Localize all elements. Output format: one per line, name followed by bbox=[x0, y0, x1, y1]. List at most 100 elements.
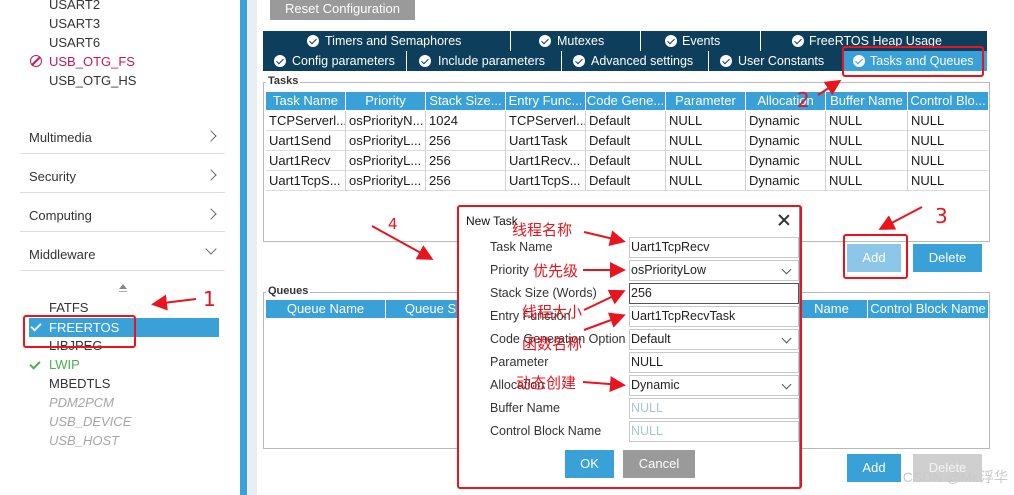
table-cell: NULL bbox=[666, 151, 746, 171]
category-middleware[interactable]: Middleware bbox=[20, 233, 225, 271]
middleware-usb-host[interactable]: USB_HOST bbox=[49, 433, 119, 448]
col-stack-size[interactable]: Stack Size... bbox=[426, 92, 506, 110]
chevron-right-icon bbox=[205, 130, 217, 142]
table-cell: osPriorityL... bbox=[346, 171, 426, 191]
middleware-fatfs[interactable]: FATFS bbox=[49, 300, 88, 315]
table-cell: Dynamic bbox=[746, 131, 826, 151]
delete-task-button[interactable]: Delete bbox=[913, 244, 982, 272]
sidebar-peripheral-usart2[interactable]: USART2 bbox=[49, 0, 100, 12]
table-cell: Uart1Recv bbox=[266, 151, 346, 171]
table-cell: Uart1Send bbox=[266, 131, 346, 151]
forbidden-icon bbox=[30, 55, 42, 67]
check-circle-icon bbox=[307, 35, 319, 47]
highlight-tasks-queues-tab bbox=[842, 46, 984, 77]
sidebar-peripheral-usb-otg-hs[interactable]: USB_OTG_HS bbox=[49, 73, 136, 88]
sidebar-peripheral-usb-otg-fs[interactable]: USB_OTG_FS bbox=[30, 54, 135, 69]
table-cell: TCPServerl... bbox=[506, 111, 586, 131]
check-icon bbox=[29, 358, 41, 370]
tab-include-parameters[interactable]: Include parameters bbox=[407, 51, 562, 71]
table-cell: NULL bbox=[826, 131, 908, 151]
chevron-down-icon bbox=[205, 243, 217, 255]
table-cell: NULL bbox=[666, 131, 746, 151]
highlight-add-button bbox=[843, 234, 908, 279]
table-row[interactable]: TCPServerl... osPriorityN... 1024 TCPServer… bbox=[266, 111, 988, 131]
table-cell: Dynamic bbox=[746, 151, 826, 171]
col-task-name[interactable]: Task Name bbox=[266, 92, 346, 110]
col-buffer-name[interactable]: Name bbox=[796, 300, 868, 318]
col-priority[interactable]: Priority bbox=[346, 92, 426, 110]
tab-timers-and-semaphores[interactable]: Timers and Semaphores bbox=[263, 31, 511, 51]
table-row[interactable]: Uart1Recv osPriorityL... 256 Uart1Recv... De… bbox=[266, 151, 988, 171]
table-cell: Dynamic bbox=[746, 111, 826, 131]
tab-events[interactable]: Events bbox=[641, 31, 761, 51]
table-cell: Dynamic bbox=[746, 171, 826, 191]
table-cell: NULL bbox=[911, 133, 945, 148]
table-cell: osPriorityN... bbox=[346, 111, 426, 131]
table-cell: Default bbox=[586, 111, 666, 131]
col-queue-name[interactable]: Queue Name bbox=[266, 300, 386, 318]
table-cell: NULL bbox=[911, 113, 945, 128]
highlight-new-task-dialog bbox=[457, 205, 802, 489]
table-cell: NULL bbox=[911, 153, 945, 168]
table-cell: Uart1Recv... bbox=[506, 151, 586, 171]
middleware-usb-device[interactable]: USB_DEVICE bbox=[49, 414, 131, 429]
col-buffer-name[interactable]: Buffer Name bbox=[826, 92, 908, 110]
col-parameter[interactable]: Parameter bbox=[666, 92, 746, 110]
col-code-generation[interactable]: Code Gene... bbox=[586, 92, 666, 110]
table-cell: 256 bbox=[426, 131, 506, 151]
sidebar-peripheral-usart6[interactable]: USART6 bbox=[49, 35, 100, 50]
tab-mutexes[interactable]: Mutexes bbox=[511, 31, 641, 51]
add-queue-button[interactable]: Add bbox=[847, 454, 901, 482]
step-1-label: 1 bbox=[203, 287, 216, 311]
table-cell: Uart1TcpS... bbox=[266, 171, 346, 191]
annotation-allocation: 动态创建 bbox=[516, 374, 577, 392]
table-cell: Uart1Task bbox=[506, 131, 586, 151]
annotation-stack-size: 线程大小 bbox=[522, 303, 583, 321]
chevron-right-icon bbox=[205, 208, 217, 220]
col-control-block[interactable]: Control Blo... bbox=[908, 92, 988, 110]
check-circle-icon bbox=[720, 55, 732, 67]
category-security[interactable]: Security bbox=[20, 155, 225, 193]
chevron-right-icon bbox=[205, 169, 217, 181]
table-cell: NULL bbox=[826, 111, 908, 131]
highlight-freertos bbox=[23, 315, 136, 348]
reset-configuration-button[interactable]: Reset Configuration bbox=[270, 0, 415, 20]
tasks-table-header: Task Name Priority Stack Size... Entry F… bbox=[266, 92, 988, 110]
main-panel-edge bbox=[247, 0, 257, 495]
check-circle-icon bbox=[274, 55, 286, 67]
sidebar-scrollbar[interactable] bbox=[240, 0, 247, 495]
category-computing[interactable]: Computing bbox=[20, 194, 225, 232]
table-cell: 256 bbox=[426, 171, 506, 191]
table-cell: 1024 bbox=[426, 111, 506, 131]
table-cell: Default bbox=[586, 131, 666, 151]
check-circle-icon bbox=[419, 55, 431, 67]
table-cell: TCPServerl... bbox=[266, 111, 346, 131]
category-multimedia[interactable]: Multimedia bbox=[20, 116, 225, 154]
middleware-mbedtls[interactable]: MBEDTLS bbox=[49, 376, 110, 391]
col-entry-function[interactable]: Entry Func... bbox=[506, 92, 586, 110]
col-allocation[interactable]: Allocation bbox=[746, 92, 826, 110]
middleware-lwip[interactable]: LWIP bbox=[29, 357, 80, 372]
step-3-label: 3 bbox=[935, 204, 948, 228]
table-row[interactable]: Uart1Send osPriorityL... 256 Uart1Task Defau… bbox=[266, 131, 988, 151]
tab-user-constants[interactable]: User Constants bbox=[709, 51, 843, 71]
table-cell: NULL bbox=[666, 111, 746, 131]
table-cell: NULL bbox=[911, 173, 945, 188]
table-cell: 256 bbox=[426, 151, 506, 171]
col-control-block-name[interactable]: Control Block Name bbox=[868, 300, 988, 318]
sidebar-peripheral-usart3[interactable]: USART3 bbox=[49, 16, 100, 31]
table-cell: Default bbox=[586, 151, 666, 171]
table-row[interactable]: Uart1TcpS... osPriorityL... 256 Uart1TcpS..… bbox=[266, 171, 988, 191]
table-cell: NULL bbox=[666, 171, 746, 191]
left-sidebar: USART2 USART3 USART6 USB_OTG_FS USB_OTG_… bbox=[0, 0, 240, 495]
step-4-label: 4 bbox=[388, 215, 398, 233]
middleware-pdm2pcm[interactable]: PDM2PCM bbox=[49, 395, 114, 410]
table-cell: osPriorityL... bbox=[346, 151, 426, 171]
tab-advanced-settings[interactable]: Advanced settings bbox=[562, 51, 709, 71]
watermark: CSDN @Mr.浮华 bbox=[902, 469, 1008, 485]
annotation-priority: 优先级 bbox=[533, 262, 579, 280]
tab-config-parameters[interactable]: Config parameters bbox=[263, 51, 407, 71]
table-cell: NULL bbox=[826, 171, 908, 191]
tasks-group-title: Tasks bbox=[266, 75, 301, 87]
sort-icon[interactable] bbox=[119, 284, 127, 292]
